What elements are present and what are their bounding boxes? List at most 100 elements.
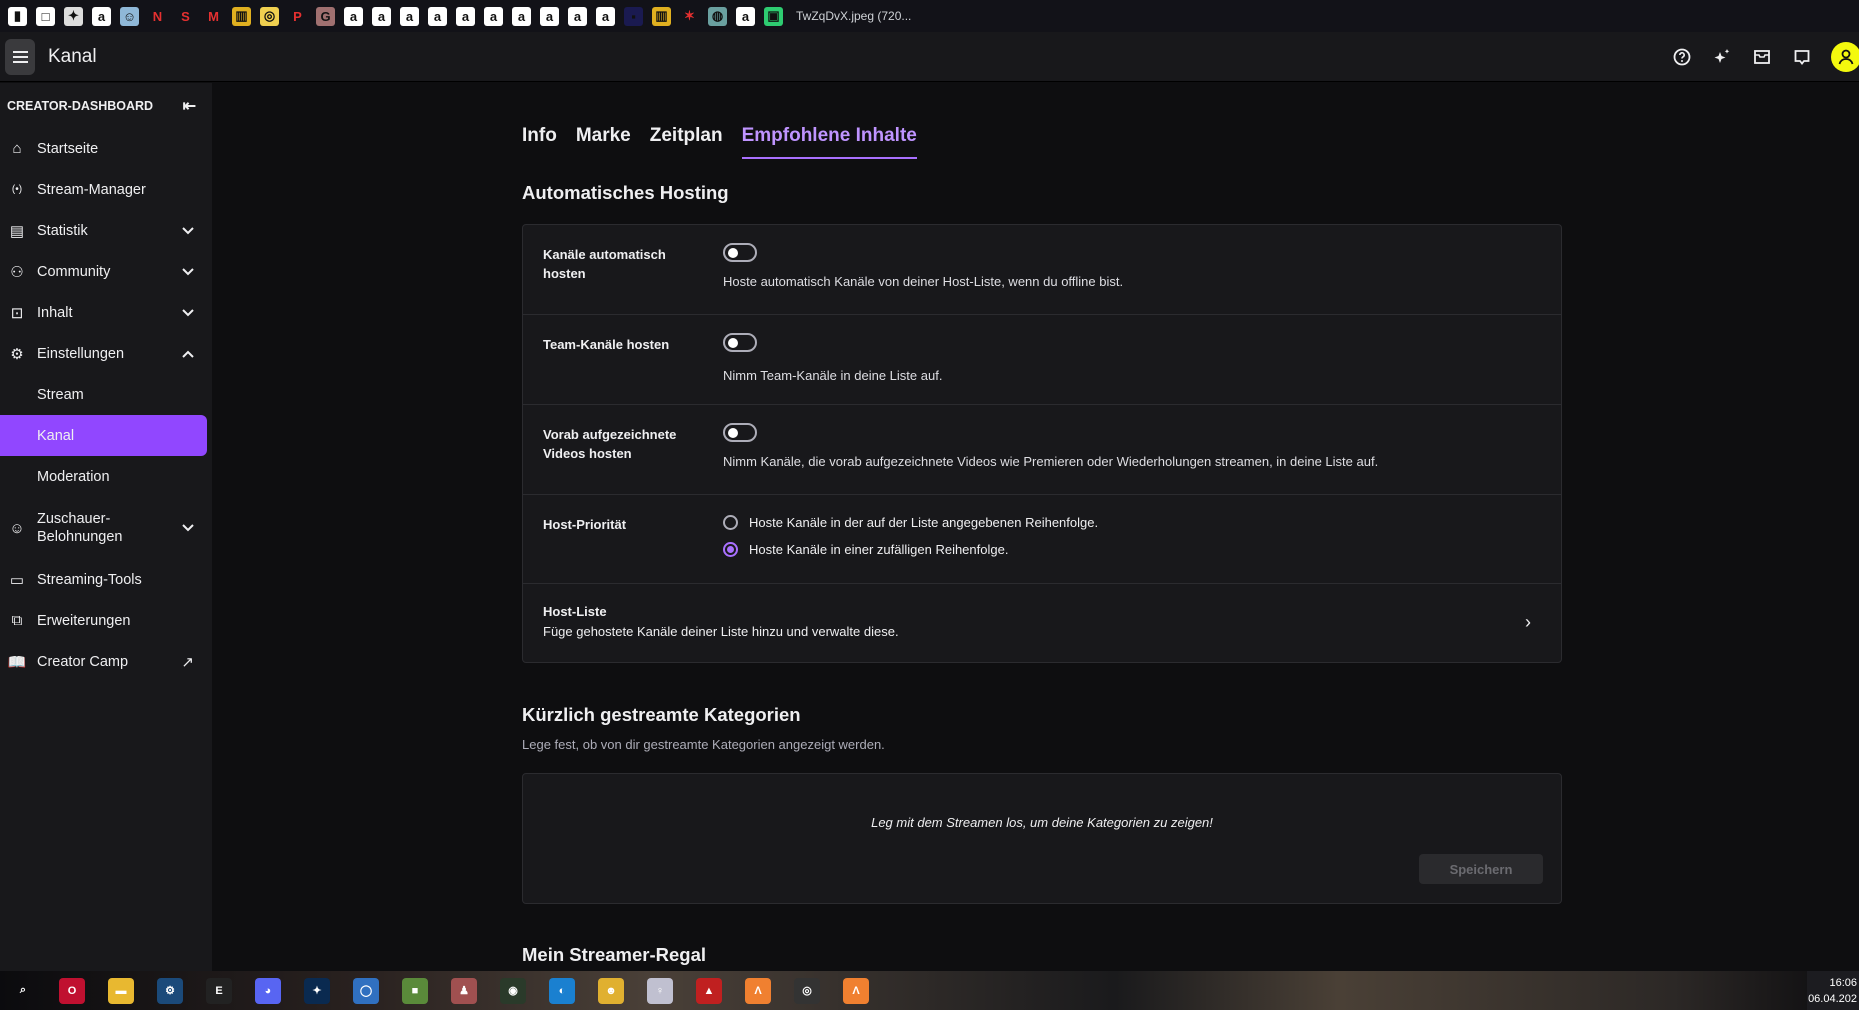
app-coin-icon[interactable]: ☻	[598, 977, 624, 1004]
obs-icon[interactable]: ◎	[794, 977, 820, 1004]
sidebar-item-stream-manager[interactable]: (•) Stream-Manager	[0, 169, 212, 210]
sidebar-item-moderation[interactable]: Moderation	[0, 456, 212, 497]
sidebar-item-label: Startseite	[37, 140, 99, 157]
setting-description: Hoste automatisch Kanäle von deiner Host…	[723, 274, 1124, 289]
system-clock[interactable]: 16:06 06.04.202	[1807, 971, 1859, 1010]
battlenet-icon[interactable]: ✦	[304, 977, 330, 1004]
amazon-icon[interactable]: a	[484, 6, 503, 26]
whisper-icon[interactable]	[1791, 46, 1813, 68]
sidebar-item-label: Kanal	[37, 427, 75, 444]
star-icon[interactable]: ✶	[680, 6, 699, 26]
amazon-icon[interactable]: a	[372, 6, 391, 26]
sparkle-icon[interactable]	[1711, 46, 1733, 68]
tab-info[interactable]: Info	[522, 125, 557, 159]
amazon-icon[interactable]: a	[428, 6, 447, 26]
epic-games-icon[interactable]: E	[206, 977, 232, 1004]
site-icon[interactable]: ✦	[64, 6, 83, 26]
help-icon[interactable]	[1671, 46, 1693, 68]
categories-card: Leg mit dem Streamen los, um deine Kateg…	[522, 773, 1562, 904]
amazon-icon[interactable]: a	[736, 6, 755, 26]
gmail-icon[interactable]: M	[204, 6, 223, 26]
sidebar-item-creator-camp[interactable]: 📖 Creator Camp ↗	[0, 641, 212, 682]
sidebar-item-inhalt[interactable]: ⊡ Inhalt	[0, 292, 212, 333]
smiley-icon: ☺	[9, 519, 25, 537]
app-red-icon[interactable]: ▲	[696, 977, 722, 1004]
sidebar-item-einstellungen[interactable]: ⚙ Einstellungen	[0, 333, 212, 374]
chevron-down-icon[interactable]	[182, 520, 194, 536]
prerecorded-host-toggle[interactable]	[723, 423, 757, 442]
tab-marke[interactable]: Marke	[576, 125, 631, 159]
external-link-icon[interactable]: ↗	[181, 653, 194, 671]
host-list-link[interactable]: Host-Liste Füge gehostete Kanäle deiner …	[523, 584, 1561, 662]
setting-row: Vorab aufgezeichnete Videos hosten Nimm …	[523, 405, 1561, 495]
amazon-icon[interactable]: a	[596, 6, 615, 26]
amazon-icon[interactable]: a	[568, 6, 587, 26]
app-ring-icon[interactable]: ◯	[353, 977, 379, 1004]
sidebar-item-kanal[interactable]: Kanal	[0, 415, 207, 456]
paypal-icon[interactable]: P	[288, 6, 307, 26]
chart-icon: ▤	[9, 222, 25, 240]
square-icon[interactable]: □	[36, 6, 55, 26]
opera-icon[interactable]: O	[59, 977, 85, 1004]
coin-icon[interactable]: ◎	[260, 6, 279, 26]
tab-empfohlene-inhalte[interactable]: Empfohlene Inhalte	[741, 125, 917, 159]
avatar-bookmark-icon[interactable]: ☺	[120, 6, 139, 26]
community-icon: ⚇	[10, 263, 24, 281]
chevron-down-icon[interactable]	[182, 223, 194, 239]
priority-option-list-order[interactable]: Hoste Kanäle in der auf der Liste angege…	[723, 515, 1541, 530]
tab-zeitplan[interactable]: Zeitplan	[650, 125, 723, 159]
netflix-icon[interactable]: N	[148, 6, 167, 26]
menu-button[interactable]	[5, 38, 35, 75]
cat-icon[interactable]: ◍	[708, 6, 727, 26]
anime-app-icon[interactable]: ♀	[647, 977, 673, 1004]
chevron-down-icon[interactable]	[182, 305, 194, 321]
tv-icon[interactable]: ▥	[232, 6, 251, 26]
tv-icon[interactable]: ▥	[652, 6, 671, 26]
categories-empty-message: Leg mit dem Streamen los, um deine Kateg…	[871, 815, 1213, 830]
priority-option-random[interactable]: Hoste Kanäle in einer zufälligen Reihenf…	[723, 542, 1541, 557]
bookmark-tab-title[interactable]: TwZqDvX.jpeg (720...	[796, 9, 911, 23]
sidebar-item-startseite[interactable]: ⌂ Startseite	[0, 128, 212, 169]
amazon-icon[interactable]: a	[540, 6, 559, 26]
content-icon: ⊡	[10, 304, 24, 322]
app-character-icon[interactable]: ♟	[451, 977, 477, 1004]
amazon-icon[interactable]: a	[344, 6, 363, 26]
user-avatar-icon[interactable]	[1831, 42, 1859, 72]
steam-icon[interactable]: ⚙	[157, 977, 183, 1004]
app-orange-icon[interactable]: Λ	[745, 977, 771, 1004]
chevron-down-icon[interactable]	[182, 264, 194, 280]
amazon-icon[interactable]: a	[512, 6, 531, 26]
host-list-title: Host-Liste	[543, 604, 607, 619]
radio-button-selected[interactable]	[723, 542, 738, 557]
auto-host-toggle[interactable]	[723, 243, 757, 262]
collapse-sidebar-icon[interactable]: ⇤	[183, 96, 196, 116]
sidebar-item-zuschauer-belohnungen[interactable]: ☺ Zuschauer- Belohnungen	[0, 497, 212, 559]
page-title: Kanal	[48, 45, 97, 67]
minecraft-icon[interactable]: ■	[402, 977, 428, 1004]
search-icon[interactable]: ⌕	[10, 978, 36, 1004]
sidebar-item-streaming-tools[interactable]: ▭ Streaming-Tools	[0, 559, 212, 600]
image-icon[interactable]: ▣	[764, 6, 783, 26]
chevron-up-icon[interactable]	[182, 346, 194, 362]
app-orange-icon[interactable]: Λ	[843, 977, 869, 1004]
amazon-icon[interactable]: a	[456, 6, 475, 26]
amazon-icon[interactable]: a	[92, 6, 111, 26]
team-host-toggle[interactable]	[723, 333, 757, 352]
dark-site-icon[interactable]: ▪	[624, 6, 643, 26]
app-blue-icon[interactable]: ◐	[549, 977, 575, 1004]
discord-icon[interactable]: ◕	[255, 977, 281, 1004]
file-icon[interactable]: ▮	[8, 6, 27, 26]
save-button[interactable]: Speichern	[1419, 854, 1543, 884]
sparkasse-icon[interactable]: S	[176, 6, 195, 26]
chevron-right-icon: ›	[1525, 612, 1531, 632]
nvidia-icon[interactable]: ◉	[500, 977, 526, 1004]
inbox-icon[interactable]	[1751, 46, 1773, 68]
amazon-icon[interactable]: a	[400, 6, 419, 26]
g-icon[interactable]: G	[316, 6, 335, 26]
radio-button[interactable]	[723, 515, 738, 530]
sidebar-item-community[interactable]: ⚇ Community	[0, 251, 212, 292]
sidebar-item-statistik[interactable]: ▤ Statistik	[0, 210, 212, 251]
sidebar-item-stream[interactable]: Stream	[0, 374, 212, 415]
sidebar-item-erweiterungen[interactable]: ⧉ Erweiterungen	[0, 600, 212, 641]
file-explorer-icon[interactable]: ▬	[108, 977, 134, 1004]
